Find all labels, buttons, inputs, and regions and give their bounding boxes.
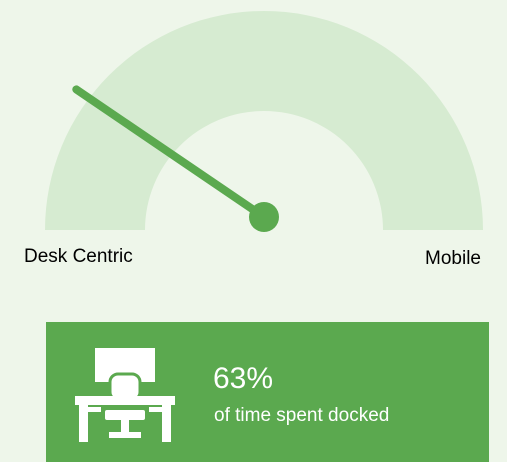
gauge <box>45 11 483 232</box>
gauge-left-label: Desk Centric <box>24 246 133 267</box>
stat-card: 63% of time spent docked <box>46 322 489 462</box>
gauge-right-label: Mobile <box>425 248 481 269</box>
gauge-arc <box>45 11 483 230</box>
docking-gauge-panel: Desk Centric Mobile 63% of time spent do… <box>0 0 507 462</box>
gauge-pivot <box>249 202 279 232</box>
stat-caption: of time spent docked <box>214 405 390 426</box>
stat-value: 63% <box>213 362 274 395</box>
desk-chair-icon <box>75 348 175 442</box>
